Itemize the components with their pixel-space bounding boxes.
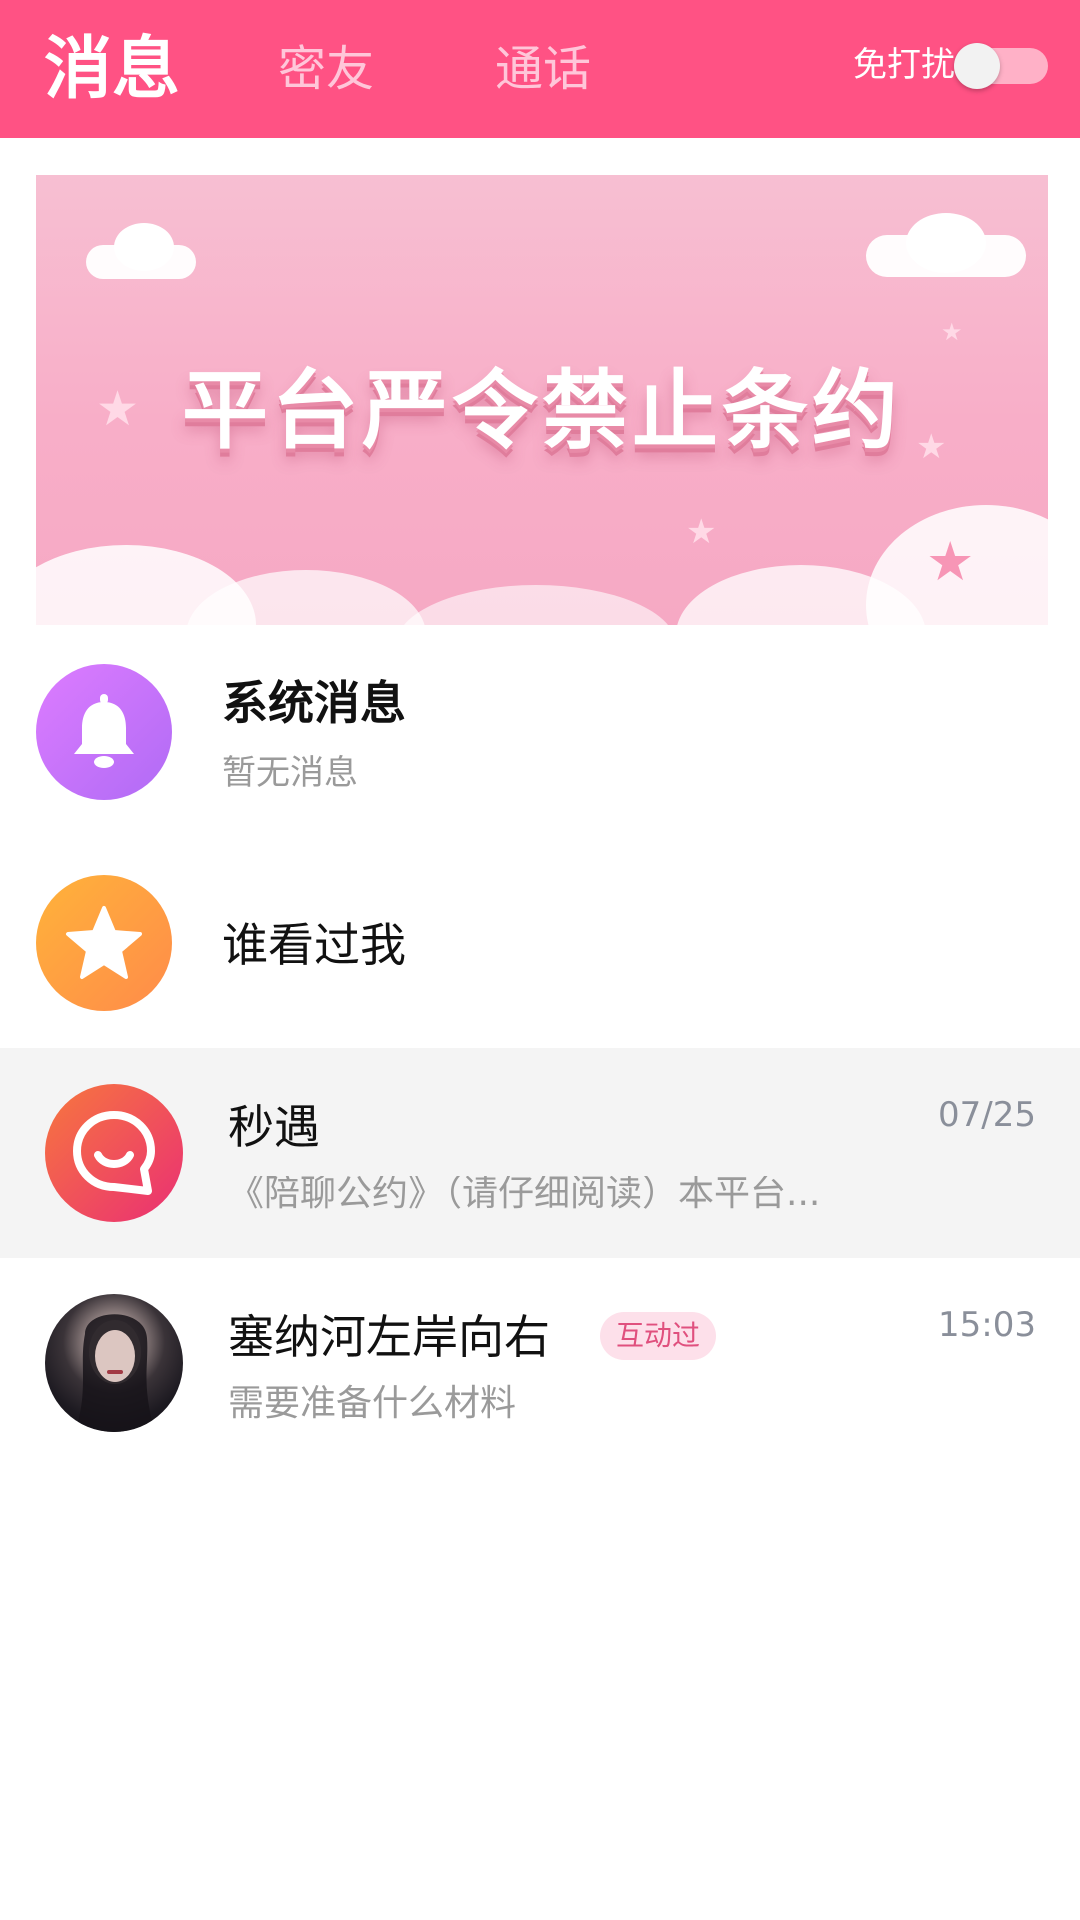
tab-calls[interactable]: 通话 [495, 45, 591, 93]
do-not-disturb-label: 免打扰 [853, 45, 955, 85]
list-item-who-viewed-me[interactable]: 谁看过我 [0, 873, 1080, 1013]
top-bar: 消息 密友 通话 免打扰 [0, 0, 1080, 138]
conversation-preview: 《陪聊公约》（请仔细阅读）本平台... [228, 1176, 821, 1212]
star-decoration: ★ [926, 530, 975, 593]
do-not-disturb-toggle[interactable] [954, 43, 1048, 89]
user-avatar [45, 1294, 183, 1432]
conversation-miaoyu[interactable]: 秒遇 07/25 《陪聊公约》（请仔细阅读）本平台... [0, 1048, 1080, 1258]
conversation-preview: 需要准备什么材料 [228, 1383, 517, 1424]
cloud-decoration [396, 585, 676, 625]
star-decoration: ★ [686, 512, 717, 552]
tab-close-friends[interactable]: 密友 [278, 45, 374, 93]
row-title: 系统消息 [222, 676, 406, 730]
interacted-badge: 互动过 [600, 1312, 717, 1360]
conversation-time: 07/25 [938, 1095, 1036, 1135]
star-icon [36, 875, 172, 1011]
chat-smile-icon [45, 1084, 183, 1222]
cloud-decoration [906, 213, 986, 273]
toggle-knob [954, 43, 1000, 89]
conversation-title: 秒遇 [228, 1100, 320, 1154]
conversation-user[interactable]: 塞纳河左岸向右 互动过 15:03 需要准备什么材料 [0, 1258, 1080, 1468]
cloud-decoration [114, 223, 174, 271]
conversation-time: 15:03 [938, 1305, 1036, 1345]
tab-messages[interactable]: 消息 [44, 36, 180, 104]
conversation-title: 塞纳河左岸向右 [228, 1310, 550, 1364]
row-subtitle: 暂无消息 [222, 753, 358, 793]
list-item-system-messages[interactable]: 系统消息 暂无消息 [0, 660, 1080, 800]
promo-banner[interactable]: ★ ★ ★ ★ ★ 平台严令禁止条约 [36, 175, 1048, 625]
bell-icon [36, 664, 172, 800]
banner-title: 平台严令禁止条约 [182, 361, 902, 461]
row-title: 谁看过我 [222, 918, 406, 972]
